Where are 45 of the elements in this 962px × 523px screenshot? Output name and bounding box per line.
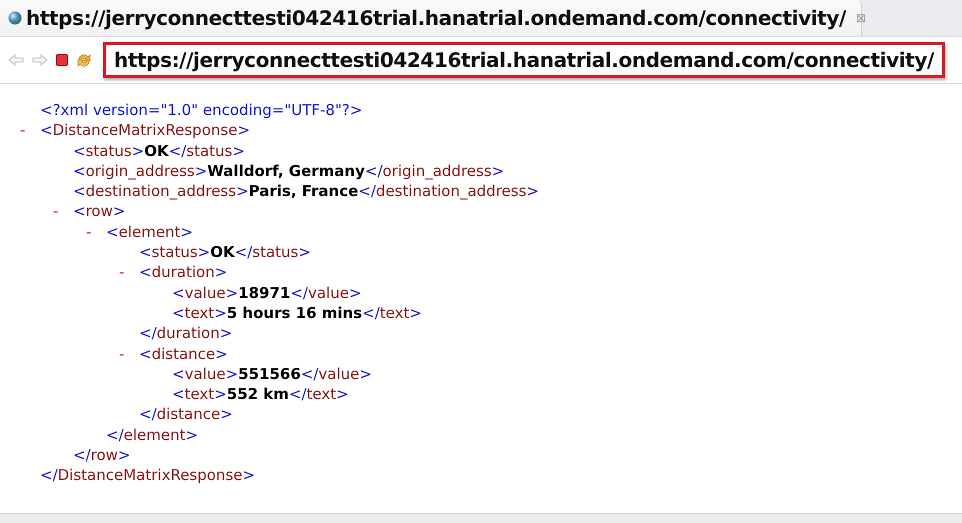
xml-tag: <duration> (139, 263, 228, 282)
xml-tag: </value> (290, 284, 362, 302)
collapse-toggle[interactable]: - (53, 201, 58, 222)
xml-value: OK (210, 243, 235, 262)
xml-tag: </text> (288, 385, 349, 404)
xml-tag: <text> (172, 385, 227, 404)
xml-tag: </status> (234, 243, 311, 262)
collapse-toggle[interactable]: - (86, 222, 92, 242)
xml-tag: </DistanceMatrixResponse> (40, 466, 256, 484)
xml-tag: <DistanceMatrixResponse> (40, 121, 250, 140)
xml-tag: </element> (106, 426, 198, 444)
collapse-toggle[interactable]: - (119, 262, 124, 282)
xml-tag: </distance> (139, 405, 233, 424)
xml-value: Walldorf, Germany (207, 162, 365, 180)
url-field[interactable]: https://jerryconnecttesti042416trial.hanatrial.ondemand.com/connectivity/ (103, 42, 945, 78)
xml-tag: </origin_address> (364, 162, 504, 180)
xml-tag: <text> (172, 304, 227, 322)
xml-tag: </text> (362, 304, 422, 322)
xml-value: Paris, France (248, 182, 358, 200)
xml-tag: <value> (172, 284, 238, 302)
xml-value: OK (144, 142, 169, 160)
xml-tag: <value> (172, 364, 238, 383)
tab-title: https://jerryconnecttesti042416trial.hanatrial.ondemand.com/connectivity/ (26, 6, 846, 30)
xml-value: 552 km (226, 385, 289, 404)
globe-icon (8, 11, 22, 25)
xml-tag: </row> (73, 446, 130, 464)
xml-tag: </destination_address> (358, 182, 539, 200)
xml-value: 18971 (238, 284, 290, 302)
xml-value: 551566 (238, 364, 301, 383)
xml-tag: <origin_address> (73, 162, 208, 180)
xml-tag: <status> (139, 243, 210, 262)
xml-tag: <element> (106, 222, 194, 241)
xml-tag: <destination_address> (73, 182, 249, 200)
xml-tag: </duration> (139, 324, 232, 342)
collapse-toggle[interactable]: - (20, 120, 26, 140)
xml-tag: <row> (73, 202, 126, 220)
collapse-toggle[interactable]: - (119, 344, 124, 364)
xml-tag: </status> (168, 142, 245, 160)
refresh-icon[interactable] (76, 52, 92, 68)
xml-tag: </value> (300, 364, 372, 383)
xml-tag: <distance> (139, 344, 228, 363)
xml-value: 5 hours 16 mins (226, 304, 362, 322)
xml-tag: <status> (73, 142, 144, 160)
xml-declaration: <?xml version="1.0" encoding="UTF-8"?> (40, 101, 362, 119)
stop-icon[interactable] (56, 54, 68, 66)
